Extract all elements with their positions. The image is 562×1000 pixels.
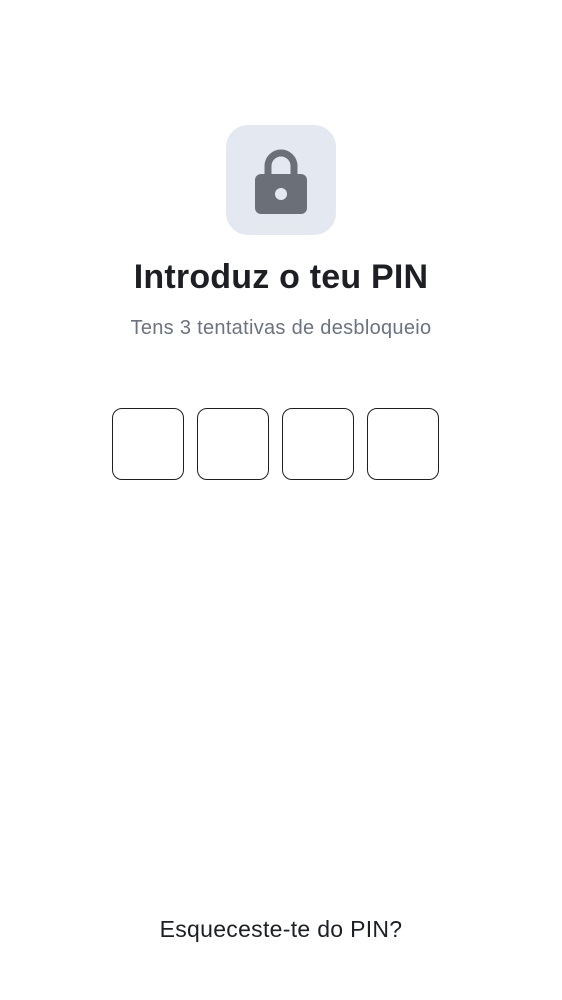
pin-digit-1[interactable] <box>112 408 184 480</box>
pin-entry-screen: Introduz o teu PIN Tens 3 tentativas de … <box>0 0 562 1000</box>
attempts-subtitle: Tens 3 tentativas de desbloqueio <box>130 317 432 339</box>
pin-digit-4[interactable] <box>367 408 439 480</box>
pin-digit-3[interactable] <box>282 408 354 480</box>
forgot-pin-link[interactable]: Esqueceste-te do PIN? <box>0 916 562 943</box>
lock-badge <box>226 125 336 235</box>
lock-icon <box>255 146 307 214</box>
pin-digit-2[interactable] <box>197 408 269 480</box>
pin-input-group <box>112 408 439 480</box>
page-title: Introduz o teu PIN <box>133 258 429 296</box>
